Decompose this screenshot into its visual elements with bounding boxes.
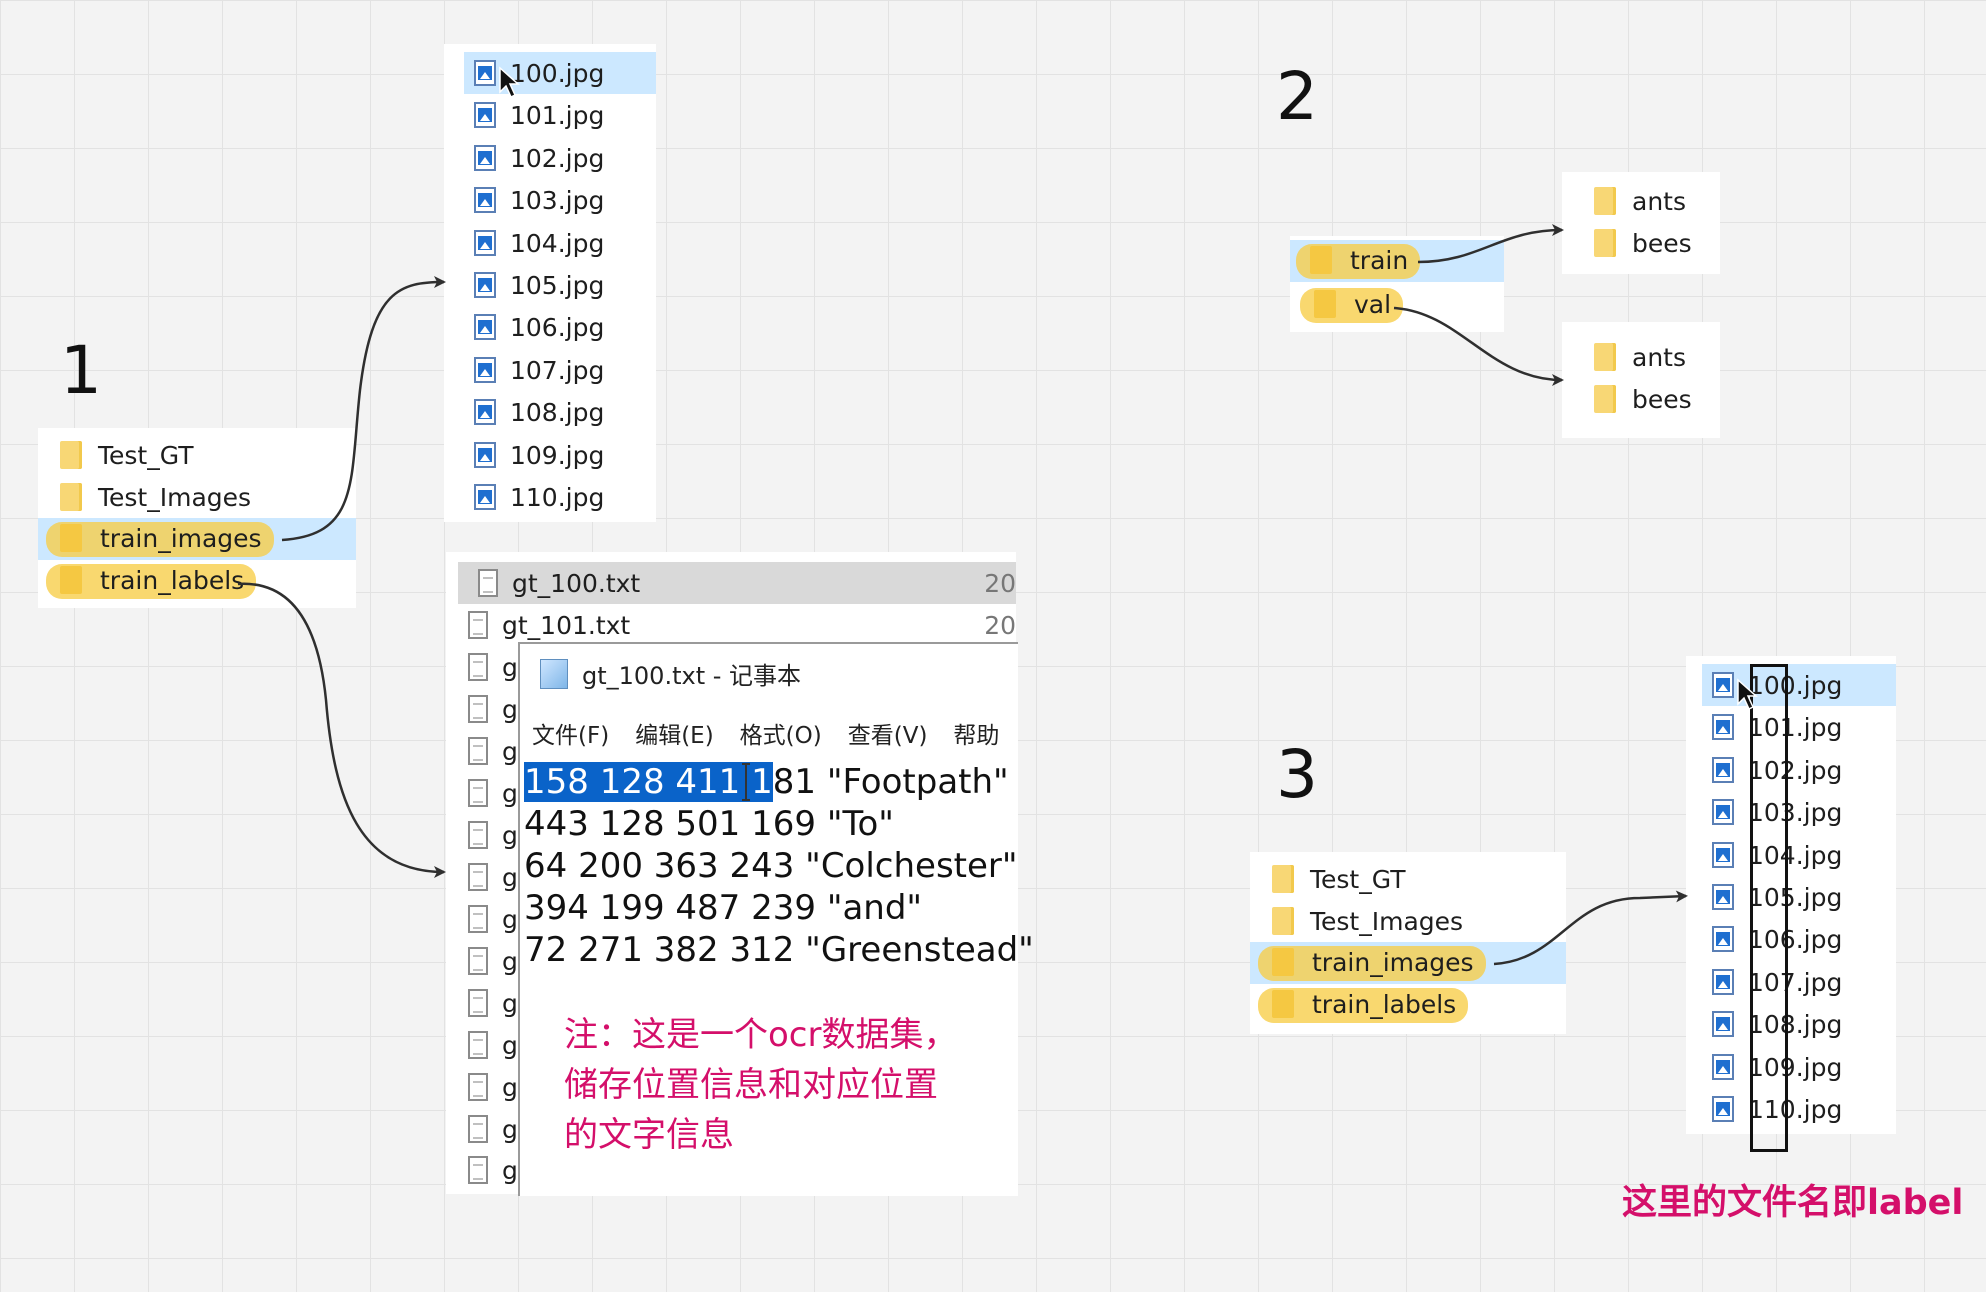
arrow-train-to-children: [1417, 224, 1564, 264]
arrow-val-to-children: [1393, 306, 1564, 386]
arrow-train-images-to-images-3: [1493, 890, 1688, 966]
arrow-train-labels-to-gt: [237, 582, 446, 878]
arrow-train-images-to-images: [281, 276, 446, 542]
connector-arrows: [237, 224, 1688, 966]
